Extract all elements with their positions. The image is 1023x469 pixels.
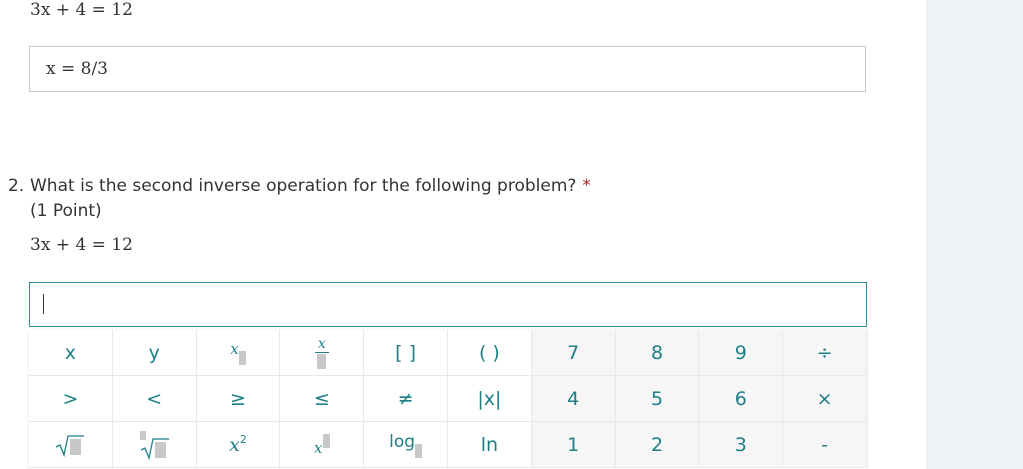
key-brackets[interactable]: [ ] — [364, 330, 448, 376]
nth-root-icon — [140, 430, 170, 460]
question-number: 2. — [8, 176, 25, 196]
key-greater-equal[interactable]: ≥ — [196, 376, 281, 422]
key-log[interactable]: log — [364, 422, 448, 468]
required-mark: * — [582, 176, 591, 196]
sqrt-icon — [56, 434, 85, 457]
key-y[interactable]: y — [112, 330, 197, 376]
key-7[interactable]: 7 — [531, 330, 616, 376]
question-equation: 3x + 4 = 12 — [30, 235, 133, 255]
key-multiply[interactable]: × — [783, 376, 867, 422]
question-points: (1 Point) — [30, 201, 102, 221]
key-9[interactable]: 9 — [699, 330, 784, 376]
key-ln[interactable]: ln — [448, 422, 532, 468]
previous-answer-text: x = 8/3 — [46, 59, 108, 79]
key-3[interactable]: 3 — [699, 422, 784, 468]
text-caret — [43, 294, 44, 314]
key-x[interactable]: x — [29, 330, 113, 376]
side-panel — [926, 0, 1023, 469]
key-4[interactable]: 4 — [531, 376, 616, 422]
key-square-root[interactable] — [29, 422, 113, 468]
math-keypad: x y x x [ ] ( ) 7 8 9 ÷ > < ≥ ≤ ≠ |x| 4 … — [29, 330, 867, 469]
key-subscript[interactable]: x — [196, 330, 281, 376]
answer-input[interactable] — [29, 282, 867, 327]
placeholder-icon — [322, 433, 330, 448]
key-power[interactable]: x — [280, 422, 365, 468]
placeholder-icon — [238, 350, 246, 365]
key-fraction[interactable]: x — [280, 330, 365, 376]
key-absolute-value[interactable]: |x| — [448, 376, 532, 422]
key-not-equal[interactable]: ≠ — [364, 376, 448, 422]
key-8[interactable]: 8 — [615, 330, 700, 376]
question-text-line: What is the second inverse operation for… — [30, 176, 591, 196]
key-less-equal[interactable]: ≤ — [280, 376, 365, 422]
key-6[interactable]: 6 — [699, 376, 784, 422]
key-greater-than[interactable]: > — [29, 376, 113, 422]
previous-answer-box[interactable]: x = 8/3 — [29, 46, 866, 92]
key-nth-root[interactable] — [112, 422, 197, 468]
placeholder-icon — [415, 443, 423, 458]
key-1[interactable]: 1 — [531, 422, 616, 468]
previous-equation: 3x + 4 = 12 — [30, 0, 133, 20]
key-5[interactable]: 5 — [615, 376, 700, 422]
key-divide[interactable]: ÷ — [783, 330, 867, 376]
key-minus[interactable]: - — [783, 422, 867, 468]
question-text: What is the second inverse operation for… — [30, 176, 577, 196]
key-2[interactable]: 2 — [615, 422, 700, 468]
key-parentheses[interactable]: ( ) — [448, 330, 532, 376]
fraction-icon: x — [314, 337, 329, 369]
key-square[interactable]: x2 — [196, 422, 281, 468]
key-less-than[interactable]: < — [112, 376, 197, 422]
